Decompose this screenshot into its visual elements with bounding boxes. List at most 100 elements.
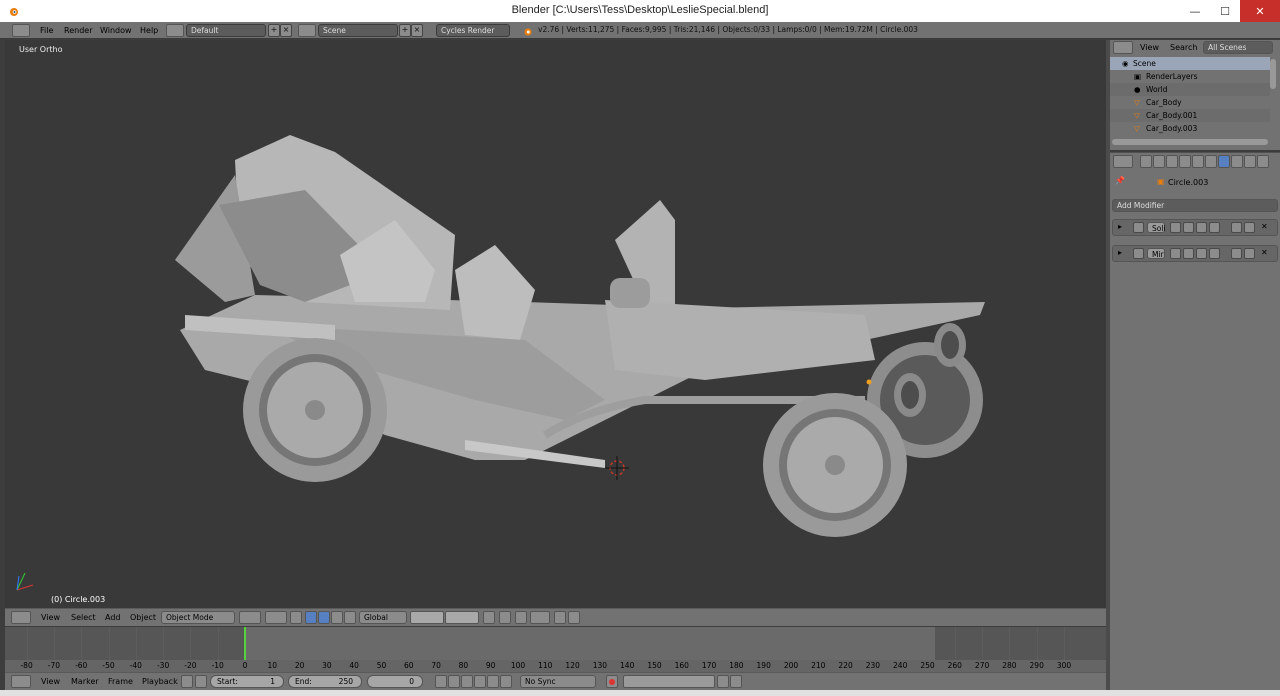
render-layers-tab-icon[interactable] — [1153, 155, 1165, 168]
remove-modifier-icon[interactable]: ✕ — [1261, 222, 1268, 231]
outliner-view-menu[interactable]: View — [1140, 43, 1159, 52]
keying-set-field[interactable] — [623, 675, 715, 688]
screen-layout-field[interactable]: Default — [186, 24, 266, 37]
show-render-icon[interactable] — [1196, 248, 1207, 259]
show-render-icon[interactable] — [1196, 222, 1207, 233]
jump-end-icon[interactable] — [500, 675, 512, 688]
move-up-icon[interactable] — [1231, 248, 1242, 259]
delete-keyframe-icon[interactable] — [730, 675, 742, 688]
orientation-dropdown[interactable]: Global — [359, 611, 407, 624]
scene-icon[interactable] — [298, 24, 316, 37]
car-model[interactable] — [5, 40, 1106, 608]
record-icon[interactable] — [606, 675, 618, 688]
scale-manipulator-icon[interactable] — [331, 611, 343, 624]
menu-file[interactable]: File — [34, 22, 59, 39]
editor-type-3d-icon[interactable] — [11, 611, 31, 624]
timeline-ruler[interactable]: -80 -70 -60 -50 -40 -30 -20 -10 0 10 20 30 40 50 60 70 8… — [5, 660, 1106, 672]
scene-tab-icon[interactable] — [1166, 155, 1178, 168]
pivot-dropdown-icon[interactable] — [265, 611, 287, 624]
outliner-row-scene[interactable]: ◉ Scene — [1110, 57, 1270, 70]
lock-layers-icon[interactable] — [483, 611, 495, 624]
remove-scene-button[interactable]: × — [411, 24, 423, 37]
jump-keyframe-prev-icon[interactable] — [448, 675, 460, 688]
jump-keyframe-next-icon[interactable] — [487, 675, 499, 688]
insert-keyframe-icon[interactable] — [717, 675, 729, 688]
jump-start-icon[interactable] — [435, 675, 447, 688]
preview-range-icon[interactable] — [181, 675, 193, 688]
proportional-edit-icon[interactable] — [499, 611, 511, 624]
expand-triangle-icon[interactable]: ▸ — [1118, 248, 1122, 257]
minimize-button[interactable]: — — [1180, 0, 1210, 22]
translate-manipulator-icon[interactable] — [305, 611, 317, 624]
menu-add[interactable]: Add — [99, 609, 127, 626]
show-viewport-icon[interactable] — [1183, 222, 1194, 233]
outliner[interactable]: ◉ Scene ▣ RenderLayers ● World ▽ Car_Bod… — [1110, 55, 1280, 150]
expand-triangle-icon[interactable]: ▸ — [1118, 222, 1122, 231]
constraints-tab-icon[interactable] — [1205, 155, 1217, 168]
outliner-row-world[interactable]: ● World — [1110, 83, 1270, 96]
render-tab-icon[interactable] — [1140, 155, 1152, 168]
modifiers-tab-icon[interactable] — [1218, 155, 1230, 168]
material-tab-icon[interactable] — [1244, 155, 1256, 168]
editor-type-properties-icon[interactable] — [1113, 155, 1133, 168]
add-modifier-dropdown[interactable]: Add Modifier — [1112, 199, 1278, 212]
current-frame-field[interactable]: 0 — [367, 675, 423, 688]
show-cage-icon[interactable] — [1209, 222, 1220, 233]
mode-dropdown[interactable]: Object Mode — [161, 611, 235, 624]
lock-range-icon[interactable] — [195, 675, 207, 688]
manipulator-extra-icon[interactable] — [344, 611, 356, 624]
scene-field[interactable]: Scene — [318, 24, 398, 37]
3d-viewport[interactable]: User Ortho (0) Circle.003 — [5, 40, 1106, 608]
rotate-manipulator-icon[interactable] — [318, 611, 330, 624]
modifier-solidify[interactable]: ▸ Soli ✕ — [1112, 219, 1278, 236]
modifier-name-field[interactable]: Mir — [1147, 248, 1165, 259]
add-layout-button[interactable]: + — [268, 24, 280, 37]
remove-layout-button[interactable]: × — [280, 24, 292, 37]
close-button[interactable]: ✕ — [1240, 0, 1280, 22]
maximize-button[interactable]: ☐ — [1210, 0, 1240, 22]
sync-dropdown[interactable]: No Sync — [520, 675, 596, 688]
outliner-row-car-body-001[interactable]: ▽ Car_Body.001 — [1110, 109, 1270, 122]
world-tab-icon[interactable] — [1179, 155, 1191, 168]
layers-grid-1-icon[interactable] — [410, 611, 444, 624]
snap-element-icon[interactable] — [530, 611, 550, 624]
opengl-anim-icon[interactable] — [568, 611, 580, 624]
editor-type-info-icon[interactable] — [12, 24, 30, 37]
outliner-display-dropdown[interactable]: All Scenes — [1203, 41, 1273, 54]
menu-frame[interactable]: Frame — [102, 673, 139, 690]
menu-marker[interactable]: Marker — [65, 673, 105, 690]
outliner-row-car-body-003[interactable]: ▽ Car_Body.003 — [1110, 122, 1270, 135]
end-frame-field[interactable]: End: 250 — [288, 675, 362, 688]
play-icon[interactable] — [474, 675, 486, 688]
layers-grid-2-icon[interactable] — [445, 611, 479, 624]
menu-playback[interactable]: Playback — [136, 673, 184, 690]
menu-object[interactable]: Object — [124, 609, 162, 626]
move-down-icon[interactable] — [1244, 222, 1255, 233]
show-in-editmode-icon[interactable] — [1170, 248, 1181, 259]
show-cage-icon[interactable] — [1209, 248, 1220, 259]
modifier-name-field[interactable]: Soli — [1147, 222, 1166, 233]
menu-help[interactable]: Help — [134, 22, 164, 39]
outliner-hscrollbar[interactable] — [1112, 139, 1268, 145]
remove-modifier-icon[interactable]: ✕ — [1261, 248, 1268, 257]
add-scene-button[interactable]: + — [399, 24, 411, 37]
shading-dropdown-icon[interactable] — [239, 611, 261, 624]
outliner-scrollbar[interactable] — [1270, 59, 1276, 89]
menu-render[interactable]: Render — [58, 22, 98, 39]
outliner-row-car-body[interactable]: ▽ Car_Body — [1110, 96, 1270, 109]
outliner-row-renderlayers[interactable]: ▣ RenderLayers — [1110, 70, 1270, 83]
move-up-icon[interactable] — [1231, 222, 1242, 233]
pin-icon[interactable]: 📌 — [1115, 176, 1125, 185]
timeline-editor[interactable]: -80 -70 -60 -50 -40 -30 -20 -10 0 10 20 30 40 50 60 70 8… — [5, 627, 1106, 672]
start-frame-field[interactable]: Start: 1 — [210, 675, 284, 688]
show-in-editmode-icon[interactable] — [1170, 222, 1181, 233]
menu-view[interactable]: View — [35, 609, 66, 626]
data-tab-icon[interactable] — [1231, 155, 1243, 168]
screen-layout-icon[interactable] — [166, 24, 184, 37]
menu-select[interactable]: Select — [65, 609, 102, 626]
editor-type-timeline-icon[interactable] — [11, 675, 31, 688]
manipulator-toggle-icon[interactable] — [290, 611, 302, 624]
opengl-render-icon[interactable] — [554, 611, 566, 624]
move-down-icon[interactable] — [1244, 248, 1255, 259]
current-frame-marker[interactable] — [244, 627, 246, 661]
